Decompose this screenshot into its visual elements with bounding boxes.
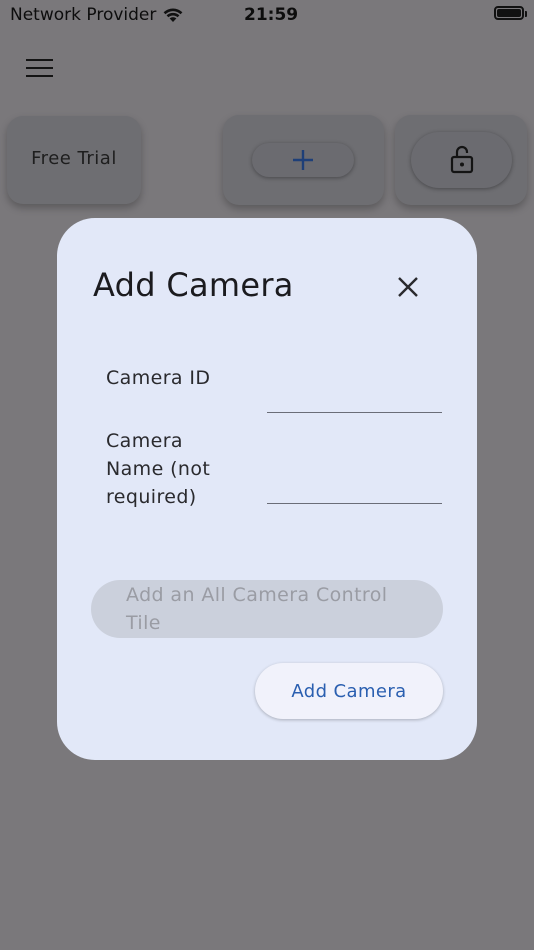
free-trial-tile[interactable]: Free Trial (7, 116, 141, 204)
add-button[interactable] (252, 143, 354, 177)
lock-button[interactable] (411, 132, 512, 188)
wifi-icon (163, 8, 183, 22)
add-camera-button-label: Add Camera (291, 680, 407, 702)
lock-tile (395, 115, 527, 205)
camera-name-input[interactable] (267, 471, 442, 504)
add-camera-dialog: Add Camera Camera ID Camera Name (not re… (57, 218, 477, 760)
all-camera-button-label: Add an All Camera Control Tile (126, 584, 388, 634)
close-icon[interactable] (395, 274, 421, 300)
battery-icon (494, 6, 527, 20)
free-trial-label: Free Trial (31, 148, 117, 169)
status-bar: Network Provider 21:59 (0, 0, 534, 30)
unlock-icon (450, 145, 474, 174)
add-tile (223, 115, 384, 205)
camera-id-input[interactable] (267, 380, 442, 413)
camera-name-label: Camera Name (not required) (106, 430, 211, 508)
add-all-camera-control-tile-button[interactable]: Add an All Camera Control Tile (91, 580, 443, 638)
plus-icon (293, 150, 313, 170)
dialog-title: Add Camera (93, 266, 294, 304)
carrier-info: Network Provider (10, 5, 184, 25)
clock: 21:59 (244, 5, 299, 25)
menu-icon[interactable] (26, 58, 54, 80)
camera-id-label: Camera ID (106, 367, 211, 389)
add-camera-button[interactable]: Add Camera (255, 663, 443, 719)
carrier-name: Network Provider (10, 5, 157, 25)
